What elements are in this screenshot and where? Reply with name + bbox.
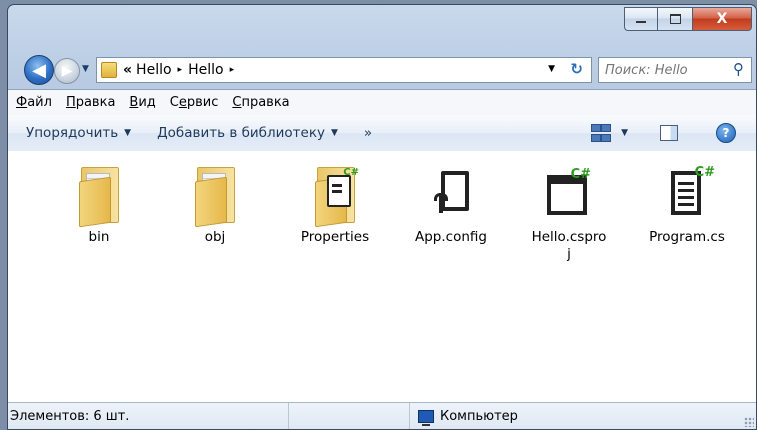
minimize-button[interactable]	[624, 7, 658, 31]
back-arrow-icon: ◀	[32, 59, 46, 81]
refresh-icon[interactable]: ↻	[570, 60, 583, 78]
maximize-button[interactable]	[657, 7, 693, 31]
file-item-properties[interactable]: C# Properties	[280, 165, 390, 246]
caption-buttons: X	[624, 7, 752, 31]
folder-icon	[101, 62, 117, 78]
file-list: bin obj C# Properties App.config C# Hell…	[8, 151, 756, 403]
cs-file-icon: C#	[657, 165, 717, 223]
forward-arrow-icon: ▶	[61, 63, 73, 79]
breadcrumb-hello-1[interactable]: Hello	[136, 62, 172, 78]
item-count: Элементов: 6 шт.	[8, 403, 289, 429]
menu-bar: Файл Правка Вид Сервис Справка	[8, 90, 756, 115]
breadcrumb-hello-2[interactable]: Hello	[188, 62, 224, 78]
help-icon[interactable]: ?	[716, 123, 736, 143]
add-to-library-button[interactable]: Добавить в библиотеку ▼	[157, 125, 338, 141]
status-location: Компьютер	[410, 408, 518, 426]
file-name: Program.cs	[649, 229, 725, 245]
views-dropdown-icon[interactable]: ▼	[621, 128, 628, 138]
maximize-icon	[669, 14, 681, 24]
forward-button[interactable]: ▶	[54, 58, 80, 84]
status-section-empty	[289, 403, 410, 429]
more-commands-button[interactable]: »	[364, 125, 372, 141]
organize-button[interactable]: Упорядочить ▼	[26, 125, 131, 141]
minimize-icon	[636, 21, 646, 23]
resize-grip-icon[interactable]	[744, 417, 754, 427]
computer-icon	[418, 409, 434, 426]
file-item-hello-csproj[interactable]: C# Hello.csproj	[514, 165, 624, 263]
preview-pane-icon[interactable]	[660, 125, 678, 141]
content-area: Файл Правка Вид Сервис Справка Упорядочи…	[8, 89, 756, 429]
search-icon[interactable]: ⚲	[733, 60, 744, 78]
folder-cs-icon: C#	[305, 165, 365, 228]
status-bar: Элементов: 6 шт. Компьютер	[8, 402, 756, 429]
file-name: Properties	[300, 229, 370, 245]
config-file-icon	[421, 165, 481, 223]
add-to-library-label: Добавить в библиотеку	[157, 125, 325, 141]
explorer-window: X ◀ ▶ ▼ « Hello ▸ Hello ▸ ▼ ↻ ⚲ Файл Пра…	[7, 4, 757, 430]
menu-tools[interactable]: Сервис	[170, 95, 219, 110]
chevron-down-icon: ▼	[331, 128, 338, 138]
file-name: obj	[204, 229, 226, 245]
breadcrumb-arrow-icon[interactable]: ▸	[230, 65, 235, 75]
chevron-down-icon: ▼	[124, 128, 132, 138]
toolbar-right: ▼ ?	[591, 115, 756, 151]
file-item-obj[interactable]: obj	[160, 165, 270, 246]
search-box[interactable]: ⚲	[598, 57, 752, 83]
close-icon: X	[716, 11, 728, 27]
more-chevron-icon: »	[363, 125, 373, 141]
folder-icon	[69, 165, 129, 228]
overflow-crumbs-button[interactable]: «	[123, 62, 132, 78]
search-input[interactable]	[605, 62, 717, 78]
address-bar[interactable]: « Hello ▸ Hello ▸ ▼ ↻	[96, 57, 592, 83]
organize-label: Упорядочить	[26, 125, 119, 141]
menu-help[interactable]: Справка	[232, 95, 289, 110]
change-view-icon[interactable]	[591, 124, 612, 142]
file-name: App.config	[415, 229, 487, 245]
title-bar[interactable]: X	[8, 5, 756, 49]
file-name: bin	[88, 229, 110, 245]
address-row: ◀ ▶ ▼ « Hello ▸ Hello ▸ ▼ ↻ ⚲	[8, 49, 756, 89]
menu-edit[interactable]: Правка	[66, 95, 115, 110]
close-button[interactable]: X	[692, 7, 752, 31]
breadcrumb-arrow-icon[interactable]: ▸	[178, 65, 183, 75]
menu-view[interactable]: Вид	[129, 95, 155, 110]
folder-icon	[185, 165, 245, 228]
csproj-file-icon: C#	[539, 165, 599, 223]
file-item-app-config[interactable]: App.config	[396, 165, 506, 246]
back-button[interactable]: ◀	[24, 55, 54, 85]
file-name: Hello.csproj	[531, 229, 607, 262]
menu-file[interactable]: Файл	[16, 95, 52, 110]
chevron-down-icon: ▼	[82, 64, 89, 74]
file-item-program-cs[interactable]: C# Program.cs	[632, 165, 742, 246]
address-dropdown-icon[interactable]: ▼	[548, 64, 555, 74]
file-item-bin[interactable]: bin	[44, 165, 154, 246]
location-label: Компьютер	[440, 408, 518, 424]
recent-pages-dropdown[interactable]: ▼	[82, 64, 89, 74]
